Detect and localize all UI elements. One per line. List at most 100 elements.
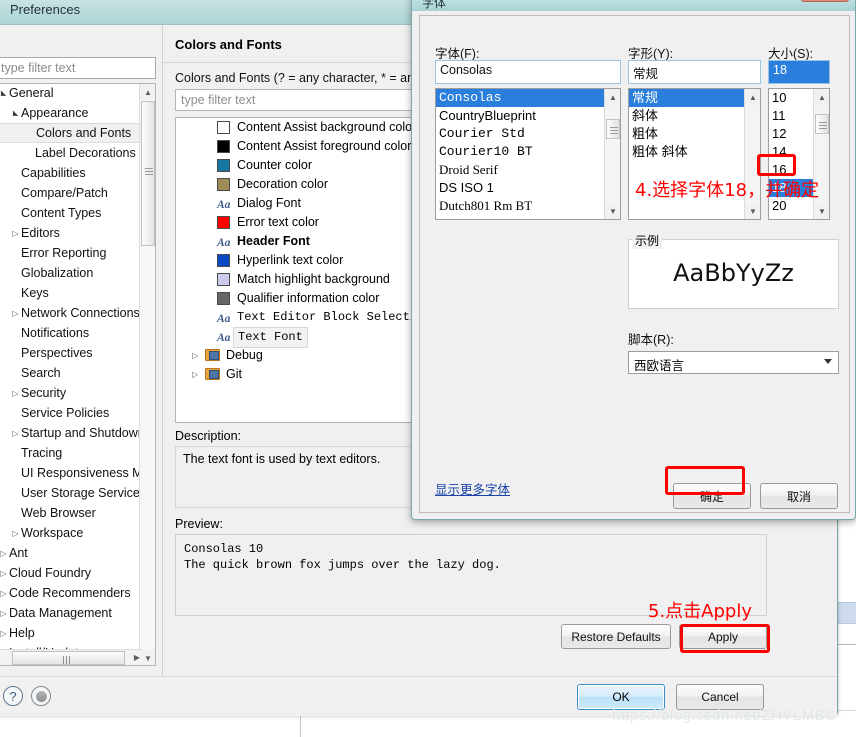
chevron-down-icon[interactable]: ◢ bbox=[10, 104, 21, 123]
tree-item-workspace[interactable]: ▷ Workspace bbox=[0, 523, 141, 543]
list-item[interactable]: DS ISO 1 bbox=[436, 179, 604, 197]
font-dialog-close-button[interactable] bbox=[801, 0, 849, 2]
show-more-fonts-link[interactable]: 显示更多字体 bbox=[435, 479, 510, 498]
font-dialog-ok-button[interactable]: 确定 bbox=[673, 483, 751, 509]
scroll-down-icon[interactable]: ▼ bbox=[605, 203, 620, 219]
chevron-right-icon[interactable]: ▷ bbox=[10, 524, 21, 543]
tree-item-label: Web Browser bbox=[21, 506, 96, 520]
font-dialog-cancel-button[interactable]: 取消 bbox=[760, 483, 838, 509]
tree-item-globalization[interactable]: Globalization bbox=[0, 263, 141, 283]
list-item[interactable]: CountryBlueprint bbox=[436, 107, 604, 125]
chevron-right-icon[interactable]: ▷ bbox=[0, 564, 9, 583]
chevron-right-icon[interactable]: ▷ bbox=[10, 424, 21, 443]
list-item[interactable]: Droid Serif bbox=[436, 161, 604, 179]
tree-item-ui-responsiveness-monitoring[interactable]: UI Responsiveness Monitoring bbox=[0, 463, 141, 483]
tree-item-help[interactable]: ▷ Help bbox=[0, 623, 141, 643]
scroll-thumb[interactable] bbox=[815, 114, 829, 134]
chevron-right-icon[interactable]: ▷ bbox=[0, 544, 9, 563]
scroll-up-icon[interactable]: ▲ bbox=[605, 89, 620, 105]
tree-item-label: Tracing bbox=[21, 446, 63, 460]
list-item[interactable]: 粗体 斜体 bbox=[629, 143, 744, 161]
chevron-right-icon[interactable]: ▷ bbox=[192, 346, 198, 365]
list-item[interactable]: Dutch801 Rm BT bbox=[436, 197, 604, 215]
scroll-up-icon[interactable]: ▲ bbox=[745, 89, 760, 105]
font-list-scrollbar[interactable]: ▲ ▼ bbox=[604, 89, 620, 219]
tree-item-web-browser[interactable]: Web Browser bbox=[0, 503, 141, 523]
tree-item-search[interactable]: Search bbox=[0, 363, 141, 383]
tree-item-appearance[interactable]: ◢ Appearance bbox=[0, 103, 141, 123]
color-swatch-icon bbox=[217, 121, 230, 134]
tree-item-security[interactable]: ▷ Security bbox=[0, 383, 141, 403]
chevron-right-icon[interactable]: ▷ bbox=[10, 384, 21, 403]
chevron-right-icon[interactable]: ▷ bbox=[10, 224, 21, 243]
list-item[interactable]: 斜体 bbox=[629, 107, 744, 125]
chevron-right-icon[interactable]: ▷ bbox=[0, 604, 9, 623]
help-icon[interactable]: ? bbox=[3, 686, 23, 706]
restore-defaults-button[interactable]: Restore Defaults bbox=[561, 624, 671, 649]
tree-item-colors-and-fonts[interactable]: Colors and Fonts bbox=[0, 123, 141, 143]
tree-item-label: Colors and Fonts bbox=[36, 126, 132, 140]
tree-item-perspectives[interactable]: Perspectives bbox=[0, 343, 141, 363]
tree-item-capabilities[interactable]: Capabilities bbox=[0, 163, 141, 183]
font-family-list[interactable]: Consolas CountryBlueprint Courier Std Couri… bbox=[435, 88, 621, 220]
tree-item-data-management[interactable]: ▷ Data Management bbox=[0, 603, 141, 623]
tree-item-startup-and-shutdown[interactable]: ▷ Startup and Shutdown bbox=[0, 423, 141, 443]
scroll-up-icon[interactable]: ▲ bbox=[814, 89, 829, 105]
list-item[interactable]: Consolas bbox=[436, 89, 604, 107]
pin-icon[interactable] bbox=[31, 686, 51, 706]
tree-item-code-recommenders[interactable]: ▷ Code Recommenders bbox=[0, 583, 141, 603]
scroll-up-icon[interactable]: ▲ bbox=[140, 84, 155, 100]
chevron-right-icon[interactable]: ▷ bbox=[192, 365, 198, 384]
tree-item-keys[interactable]: Keys bbox=[0, 283, 141, 303]
chevron-right-icon[interactable]: ▷ bbox=[0, 584, 9, 603]
list-item[interactable]: 粗体 bbox=[629, 125, 744, 143]
font-size-input[interactable]: 18 bbox=[768, 60, 830, 84]
preferences-title: Preferences bbox=[10, 2, 81, 17]
tree-item-general[interactable]: ◢ General bbox=[0, 84, 141, 103]
tree-item-user-storage-service[interactable]: User Storage Service bbox=[0, 483, 141, 503]
tree-item-compare-patch[interactable]: Compare/Patch bbox=[0, 183, 141, 203]
tree-item-label-decorations[interactable]: Label Decorations bbox=[0, 143, 141, 163]
scroll-thumb[interactable] bbox=[606, 119, 620, 139]
annotation-step-5: 5.点击Apply bbox=[648, 601, 752, 622]
color-font-item-label: Content Assist foreground color bbox=[237, 139, 412, 153]
tree-vertical-scrollbar[interactable]: ▲ ▼ bbox=[139, 84, 155, 665]
tree-item-tracing[interactable]: Tracing bbox=[0, 443, 141, 463]
list-item[interactable]: Courier10 BT bbox=[436, 143, 604, 161]
tree-item-service-policies[interactable]: Service Policies bbox=[0, 403, 141, 423]
tree-item-cloud-foundry[interactable]: ▷ Cloud Foundry bbox=[0, 563, 141, 583]
tree-item-editors[interactable]: ▷ Editors bbox=[0, 223, 141, 243]
hscroll-thumb[interactable] bbox=[12, 651, 125, 665]
tree-item-ant[interactable]: ▷ Ant bbox=[0, 543, 141, 563]
list-item[interactable]: 10 bbox=[769, 89, 813, 107]
chevron-down-icon[interactable]: ◢ bbox=[0, 84, 9, 103]
list-item[interactable]: 常规 bbox=[629, 89, 744, 107]
font-family-input[interactable]: Consolas bbox=[435, 60, 621, 84]
scroll-down-icon[interactable]: ▼ bbox=[745, 203, 760, 219]
preferences-filter-input[interactable]: type filter text bbox=[0, 57, 156, 79]
list-item[interactable]: 12 bbox=[769, 125, 813, 143]
color-font-item-label: Header Font bbox=[237, 234, 310, 248]
preferences-tree[interactable]: ◢ General ◢ Appearance Colors and Fonts Label… bbox=[0, 83, 156, 666]
color-swatch-icon bbox=[217, 254, 230, 267]
tree-horizontal-scrollbar[interactable]: ▶ bbox=[0, 649, 142, 665]
scroll-thumb[interactable] bbox=[141, 101, 155, 246]
list-item[interactable]: 11 bbox=[769, 107, 813, 125]
script-select[interactable]: 西欧语言 bbox=[628, 351, 839, 374]
apply-button[interactable]: Apply bbox=[679, 624, 767, 649]
font-dialog-title: 字体 bbox=[422, 0, 447, 10]
list-item[interactable]: 14 bbox=[769, 143, 813, 161]
chevron-right-icon[interactable]: ▷ bbox=[0, 624, 9, 643]
tree-item-notifications[interactable]: Notifications bbox=[0, 323, 141, 343]
chevron-right-icon[interactable]: ▷ bbox=[10, 304, 21, 323]
tree-item-content-types[interactable]: Content Types bbox=[0, 203, 141, 223]
tree-item-error-reporting[interactable]: Error Reporting bbox=[0, 243, 141, 263]
scroll-down-icon[interactable]: ▼ bbox=[814, 203, 829, 219]
tree-item-label: Content Types bbox=[21, 206, 102, 220]
scroll-down-icon[interactable]: ▼ bbox=[140, 650, 155, 665]
tree-item-label: Security bbox=[21, 386, 67, 400]
hscroll-right-icon[interactable]: ▶ bbox=[134, 653, 140, 662]
list-item[interactable]: Courier Std bbox=[436, 125, 604, 143]
tree-item-network-connections[interactable]: ▷ Network Connections bbox=[0, 303, 141, 323]
font-style-input[interactable]: 常规 bbox=[628, 60, 761, 84]
